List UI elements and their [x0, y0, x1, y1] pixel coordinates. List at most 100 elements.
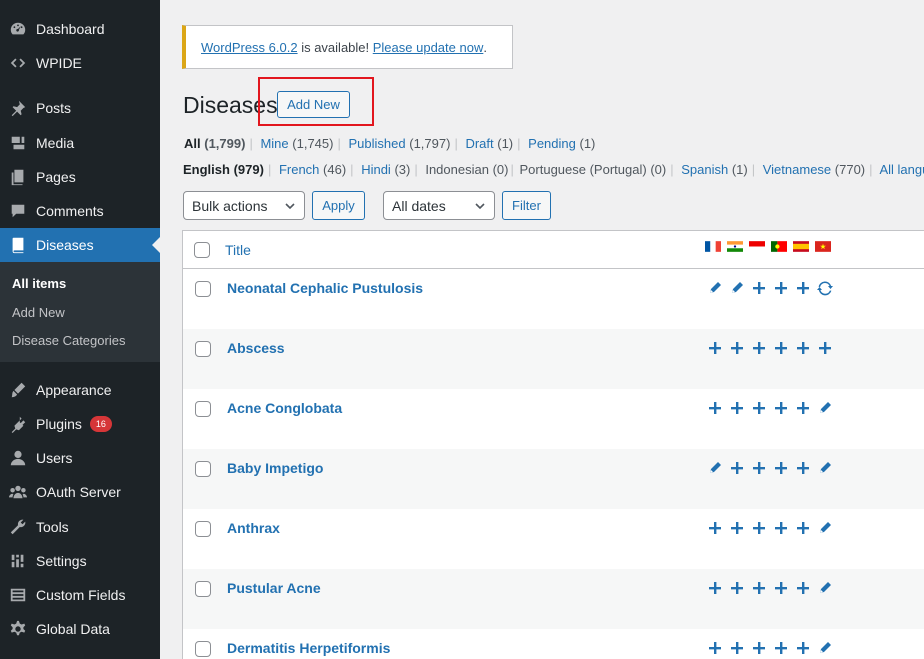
apply-button[interactable]: Apply — [312, 191, 365, 220]
table-header: Title — [183, 231, 924, 269]
filter-draft[interactable]: Draft (1) — [465, 136, 513, 151]
notice-text: is available! — [297, 39, 373, 55]
update-now-link[interactable]: Please update now — [373, 40, 484, 55]
lang-english[interactable]: English (979) — [183, 162, 264, 177]
row-checkbox[interactable] — [195, 521, 211, 537]
menu-custom-fields[interactable]: Custom Fields — [0, 578, 160, 612]
add-translation-icon[interactable] — [773, 280, 789, 296]
menu-plugins[interactable]: Plugins 16 — [0, 407, 160, 441]
add-translation-icon[interactable] — [729, 400, 745, 416]
add-translation-icon[interactable] — [751, 460, 767, 476]
add-translation-icon[interactable] — [751, 580, 767, 596]
add-translation-icon[interactable] — [729, 340, 745, 356]
dates-select[interactable]: All dates — [383, 191, 495, 220]
menu-dashboard[interactable]: Dashboard — [0, 12, 160, 46]
filter-mine[interactable]: Mine (1,745) — [260, 136, 333, 151]
menu-users[interactable]: Users — [0, 441, 160, 475]
page-title: Diseases — [183, 92, 278, 118]
add-translation-icon[interactable] — [707, 580, 723, 596]
menu-oauth-server[interactable]: OAuth Server — [0, 475, 160, 509]
add-translation-icon[interactable] — [707, 640, 723, 656]
add-translation-icon[interactable] — [773, 340, 789, 356]
update-notice: WordPress 6.0.2 is available! Please upd… — [182, 25, 513, 69]
add-translation-icon[interactable] — [795, 340, 811, 356]
wrench-icon — [0, 518, 36, 536]
add-translation-icon[interactable] — [773, 640, 789, 656]
wordpress-version-link[interactable]: WordPress 6.0.2 — [201, 40, 298, 55]
lang-vietnamese[interactable]: Vietnamese (770) — [763, 162, 865, 177]
filter-published[interactable]: Published (1,797) — [349, 136, 451, 151]
add-translation-icon[interactable] — [729, 580, 745, 596]
add-translation-icon[interactable] — [729, 520, 745, 536]
select-all-checkbox[interactable] — [194, 242, 210, 258]
menu-wpide[interactable]: WPIDE — [0, 46, 160, 80]
add-translation-icon[interactable] — [773, 580, 789, 596]
menu-settings[interactable]: Settings — [0, 544, 160, 578]
edit-translation-icon[interactable] — [817, 460, 833, 476]
add-translation-icon[interactable] — [773, 400, 789, 416]
menu-pages[interactable]: Pages — [0, 160, 160, 194]
menu-tools[interactable]: Tools — [0, 510, 160, 544]
submenu-add-new[interactable]: Add New — [12, 305, 65, 320]
add-translation-icon[interactable] — [795, 280, 811, 296]
add-translation-icon[interactable] — [751, 340, 767, 356]
menu-media[interactable]: Media — [0, 126, 160, 160]
add-translation-icon[interactable] — [773, 520, 789, 536]
add-translation-icon[interactable] — [773, 460, 789, 476]
row-title-link[interactable]: Baby Impetigo — [227, 460, 323, 476]
edit-translation-icon[interactable] — [729, 280, 745, 296]
add-translation-icon[interactable] — [795, 400, 811, 416]
lang-spanish[interactable]: Spanish (1) — [681, 162, 748, 177]
menu-diseases[interactable]: Diseases — [0, 228, 160, 262]
menu-global-data[interactable]: Global Data — [0, 612, 160, 646]
row-checkbox[interactable] — [195, 461, 211, 477]
sync-translation-icon[interactable] — [817, 280, 833, 296]
edit-translation-icon[interactable] — [817, 640, 833, 656]
menu-comments[interactable]: Comments — [0, 194, 160, 228]
row-checkbox[interactable] — [195, 641, 211, 657]
add-translation-icon[interactable] — [751, 400, 767, 416]
row-title-link[interactable]: Pustular Acne — [227, 580, 321, 596]
add-translation-icon[interactable] — [817, 340, 833, 356]
add-translation-icon[interactable] — [795, 580, 811, 596]
filter-pending[interactable]: Pending (1) — [528, 136, 595, 151]
table-row: Dermatitis Herpetiformis — [183, 629, 924, 659]
column-title[interactable]: Title — [225, 242, 251, 258]
add-translation-icon[interactable] — [751, 280, 767, 296]
edit-translation-icon[interactable] — [817, 580, 833, 596]
lang-all-languages[interactable]: All languages — [879, 162, 924, 177]
row-checkbox[interactable] — [195, 341, 211, 357]
filter-all[interactable]: All (1,799) — [184, 136, 245, 151]
row-checkbox[interactable] — [195, 581, 211, 597]
row-title-link[interactable]: Neonatal Cephalic Pustulosis — [227, 280, 423, 296]
add-translation-icon[interactable] — [795, 640, 811, 656]
add-translation-icon[interactable] — [729, 640, 745, 656]
row-checkbox[interactable] — [195, 401, 211, 417]
add-translation-icon[interactable] — [707, 520, 723, 536]
row-title-link[interactable]: Abscess — [227, 340, 285, 356]
lang-french[interactable]: French (46) — [279, 162, 346, 177]
add-translation-icon[interactable] — [729, 460, 745, 476]
add-translation-icon[interactable] — [707, 340, 723, 356]
add-translation-icon[interactable] — [795, 520, 811, 536]
add-translation-icon[interactable] — [795, 460, 811, 476]
edit-translation-icon[interactable] — [817, 520, 833, 536]
add-translation-icon[interactable] — [751, 520, 767, 536]
menu-posts[interactable]: Posts — [0, 91, 160, 125]
row-title-link[interactable]: Dermatitis Herpetiformis — [227, 640, 390, 656]
edit-translation-icon[interactable] — [707, 460, 723, 476]
row-title-link[interactable]: Anthrax — [227, 520, 280, 536]
lang-hindi[interactable]: Hindi (3) — [361, 162, 410, 177]
add-translation-icon[interactable] — [751, 640, 767, 656]
filter-button[interactable]: Filter — [502, 191, 551, 220]
edit-translation-icon[interactable] — [707, 280, 723, 296]
edit-translation-icon[interactable] — [817, 400, 833, 416]
row-checkbox[interactable] — [195, 281, 211, 297]
submenu-all-items[interactable]: All items — [12, 276, 66, 291]
bulk-actions-select[interactable]: Bulk actions — [183, 191, 305, 220]
menu-appearance[interactable]: Appearance — [0, 373, 160, 407]
submenu-disease-categories[interactable]: Disease Categories — [12, 333, 125, 348]
add-new-button[interactable]: Add New — [277, 91, 350, 118]
row-title-link[interactable]: Acne Conglobata — [227, 400, 342, 416]
add-translation-icon[interactable] — [707, 400, 723, 416]
